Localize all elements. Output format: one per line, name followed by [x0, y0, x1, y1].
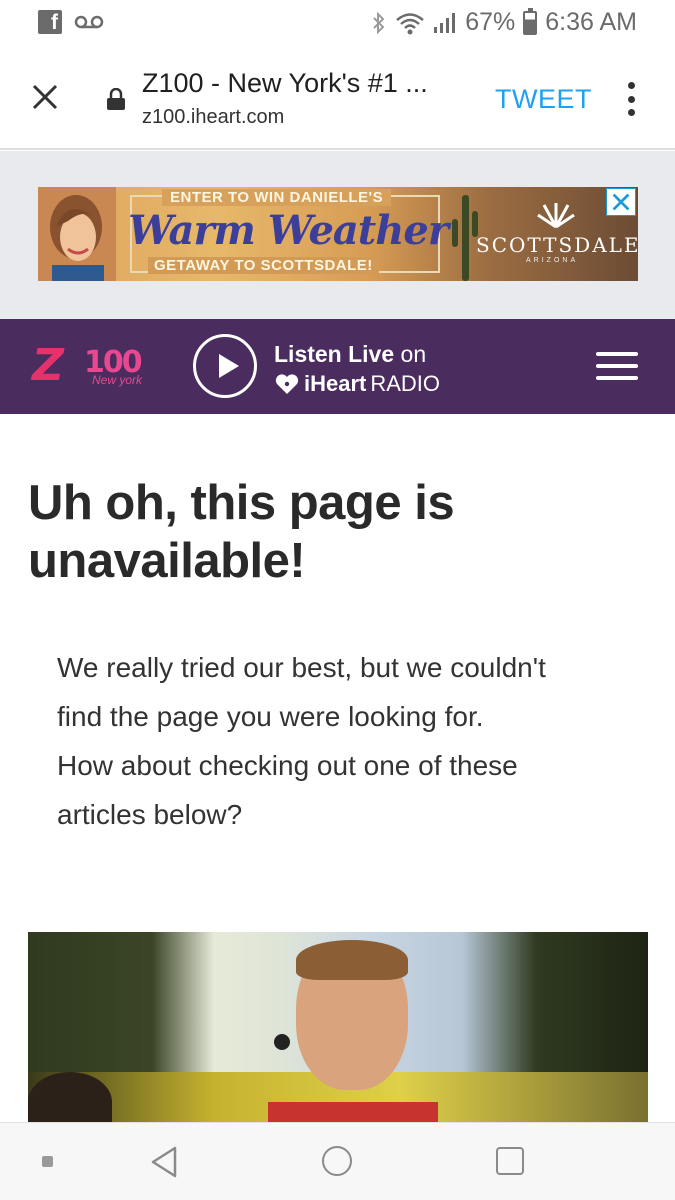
lock-icon — [107, 88, 125, 110]
logo-subtitle: New york — [92, 373, 143, 387]
iheartradio-logo[interactable]: iHeart RADIO — [274, 371, 440, 397]
agave-icon — [537, 203, 575, 229]
error-message-line: find the page you were looking for. — [57, 701, 484, 732]
ad-headline-top: ENTER TO WIN DANIELLE'S — [162, 189, 392, 206]
close-icon[interactable] — [606, 188, 636, 216]
error-message-line: We really tried our best, but we couldn'… — [57, 652, 546, 683]
home-icon[interactable] — [322, 1146, 352, 1176]
hamburger-menu-icon[interactable] — [596, 352, 638, 380]
listen-live-bold: Listen Live — [274, 341, 395, 367]
close-icon[interactable] — [28, 80, 62, 114]
play-button[interactable] — [193, 334, 257, 398]
z100-logo[interactable]: Z 100 New york — [32, 343, 147, 393]
error-message-line: articles below? — [57, 799, 243, 830]
ad-brand: SCOTTSDALE — [476, 233, 638, 257]
browser-toolbar: Z100 - New York's #1 ... z100.iheart.com… — [0, 48, 675, 150]
radio-word: RADIO — [370, 371, 441, 396]
status-right-icons: 67% 6:36 AM — [371, 7, 637, 37]
recents-icon[interactable] — [496, 1147, 524, 1175]
image-person-hair — [296, 940, 408, 980]
facebook-icon: f — [38, 10, 62, 34]
image-person-shirt — [268, 1102, 438, 1122]
overflow-menu-icon[interactable] — [622, 82, 640, 116]
listen-live-label[interactable]: Listen Live on — [274, 341, 426, 368]
error-title: Uh oh, this page is unavailable! — [28, 476, 455, 588]
ad-headline-bottom: GETAWAY TO SCOTTSDALE! — [148, 257, 379, 274]
error-message-line: How about checking out one of these — [57, 750, 518, 781]
article-image[interactable] — [28, 932, 648, 1122]
signal-icon — [434, 12, 456, 33]
battery-percent: 67% — [465, 8, 516, 36]
bluetooth-icon — [373, 11, 385, 34]
image-headset-mic — [274, 1034, 290, 1050]
nav-dot-icon[interactable] — [42, 1156, 53, 1167]
ad-banner[interactable]: ENTER TO WIN DANIELLE'S Warm Weather GET… — [38, 187, 638, 281]
page-url: z100.iheart.com — [142, 106, 285, 128]
status-bar: f 67% 6:36 AM — [0, 0, 675, 48]
ad-brand-sub: ARIZONA — [526, 257, 579, 264]
logo-letter: Z — [32, 340, 64, 391]
back-icon[interactable] — [149, 1145, 179, 1179]
battery-icon — [523, 7, 538, 35]
voicemail-icon — [74, 15, 104, 29]
ad-area: ENTER TO WIN DANIELLE'S Warm Weather GET… — [0, 151, 675, 319]
tweet-button[interactable]: TWEET — [495, 84, 592, 115]
clock: 6:36 AM — [545, 8, 637, 36]
iheart-heart-icon — [275, 374, 299, 394]
wifi-icon — [396, 12, 425, 34]
iheart-word: iHeart — [304, 371, 367, 396]
status-left-icons: f — [38, 10, 104, 34]
site-header: Z 100 New york Listen Live on iHeart RADI… — [0, 319, 675, 414]
ad-headline-main: Warm Weather — [128, 207, 449, 254]
listen-live-on: on — [394, 341, 427, 367]
page-title: Z100 - New York's #1 ... — [142, 68, 428, 98]
ad-portrait — [38, 187, 116, 281]
error-message: We really tried our best, but we couldn'… — [57, 643, 637, 839]
android-nav-bar — [0, 1122, 675, 1200]
